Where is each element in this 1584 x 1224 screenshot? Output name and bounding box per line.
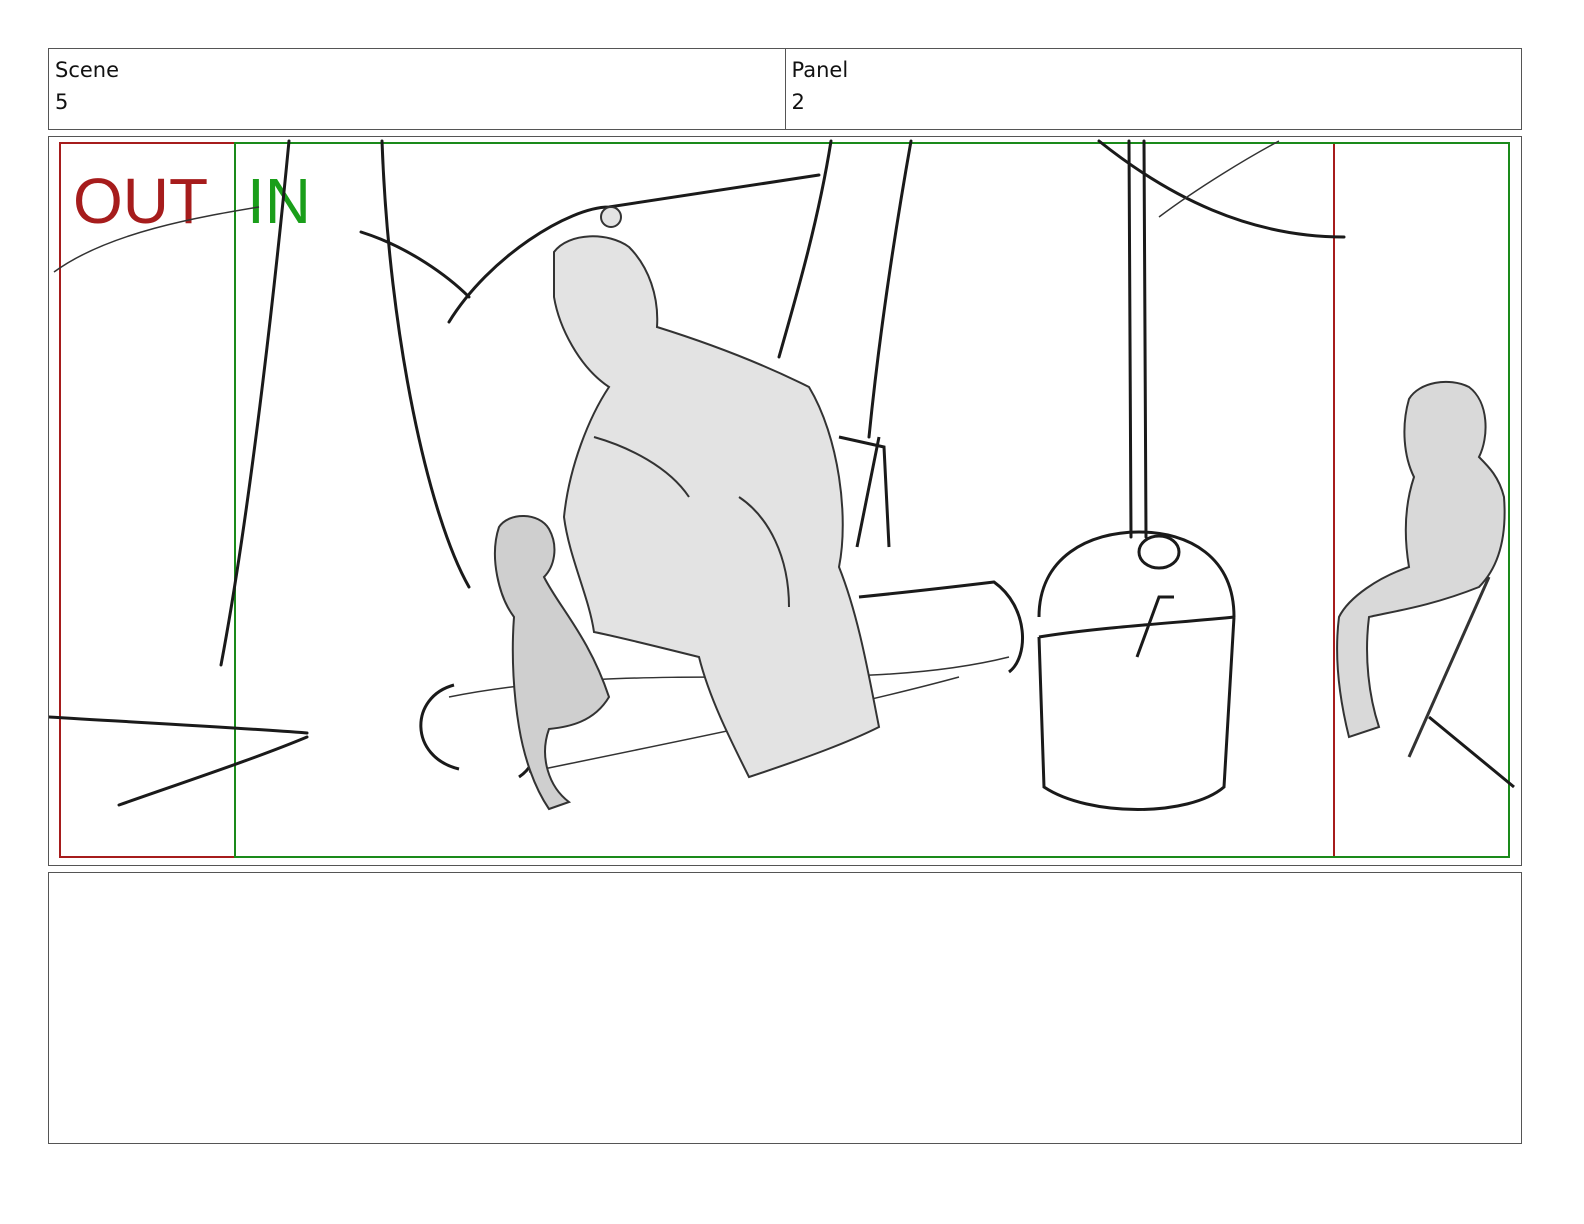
sketch-canvas: OUT IN (49, 139, 1515, 858)
notes-box[interactable] (48, 872, 1522, 1144)
chair (838, 435, 891, 548)
out-label: OUT (73, 165, 208, 237)
panel-header: Scene 5 Panel 2 (48, 48, 1522, 130)
panel-label: Panel (791, 58, 849, 82)
storyboard-frame[interactable]: OUT IN (48, 136, 1522, 866)
bucket (1037, 530, 1236, 811)
scene-number[interactable]: 5 (55, 85, 779, 119)
in-frame-border (234, 142, 1510, 858)
panel-cell: Panel 2 (784, 49, 1522, 129)
panel-number[interactable]: 2 (792, 85, 1516, 119)
scene-cell: Scene 5 (49, 49, 785, 129)
scene-label: Scene (55, 58, 120, 82)
seated-woman (1336, 380, 1515, 789)
